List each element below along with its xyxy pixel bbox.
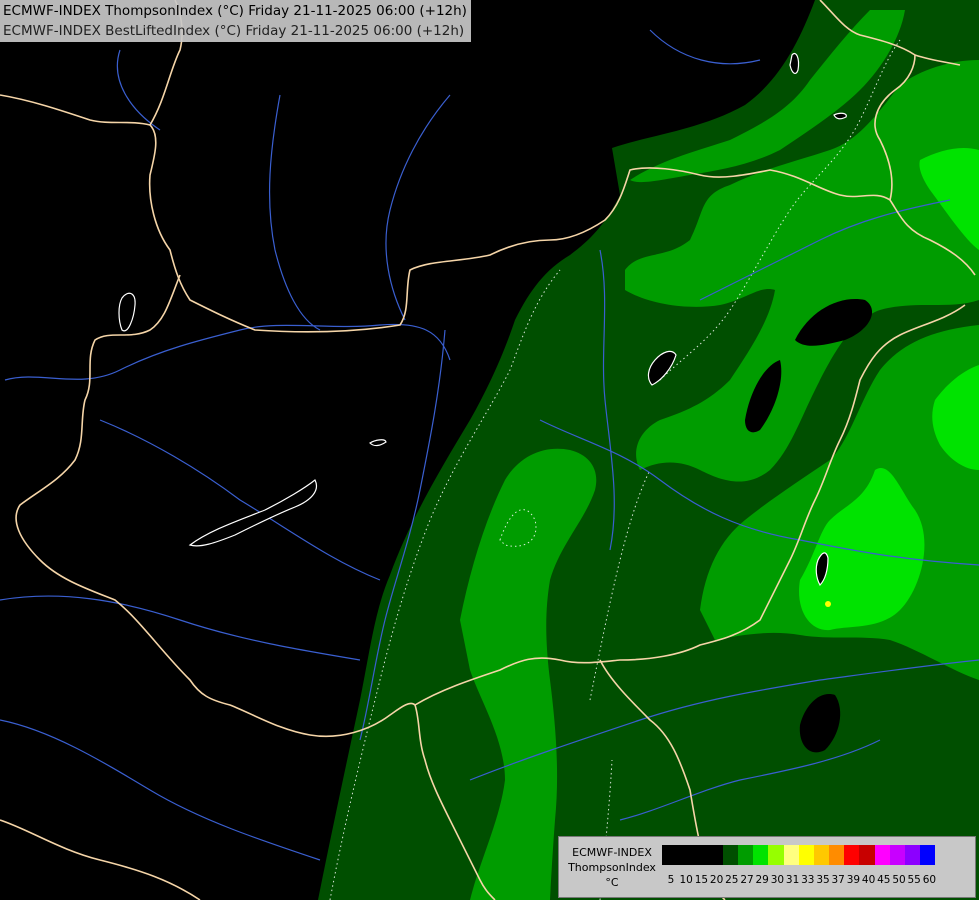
legend-title-line2: ThompsonIndex — [568, 861, 656, 874]
legend-swatch — [920, 845, 936, 865]
legend-swatch — [677, 845, 693, 865]
legend-swatch — [905, 845, 921, 865]
legend-swatches — [662, 845, 936, 865]
legend-swatch — [874, 845, 890, 865]
lake — [833, 112, 847, 120]
legend-title-line1: ECMWF-INDEX — [572, 846, 652, 859]
legend-swatch — [692, 845, 708, 865]
legend-tick-label: 60 — [922, 874, 937, 886]
weather-map — [0, 0, 979, 900]
legend-swatch — [798, 845, 814, 865]
legend-swatch — [859, 845, 875, 865]
legend-swatch — [768, 845, 784, 865]
legend-swatch — [753, 845, 769, 865]
legend-swatch — [783, 845, 799, 865]
legend-title: ECMWF-INDEX ThompsonIndex °C — [563, 845, 661, 890]
legend-swatch — [844, 845, 860, 865]
legend-swatch — [829, 845, 845, 865]
legend-swatch — [707, 845, 723, 865]
legend-swatch — [889, 845, 905, 865]
legend-swatch — [737, 845, 754, 865]
hotspot — [825, 601, 831, 607]
legend-swatch — [722, 845, 738, 865]
legend-swatch — [662, 845, 678, 865]
legend-unit: °C — [605, 876, 619, 889]
map-title-box: ECMWF-INDEX ThompsonIndex (°C) Friday 21… — [0, 0, 471, 42]
lake — [789, 52, 800, 75]
title-line-bestlifted: ECMWF-INDEX BestLiftedIndex (°C) Friday … — [3, 23, 465, 39]
legend-swatch — [813, 845, 830, 865]
title-line-thompson: ECMWF-INDEX ThompsonIndex (°C) Friday 21… — [3, 3, 467, 19]
color-legend: ECMWF-INDEX ThompsonIndex °C 5 10 15 20 25 27… — [558, 836, 976, 898]
